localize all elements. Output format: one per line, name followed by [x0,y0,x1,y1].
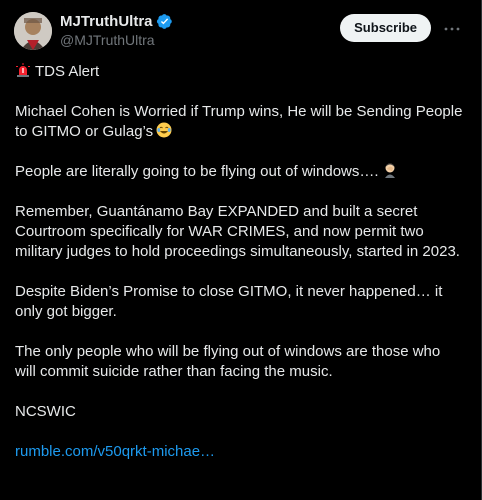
paragraph-cohen: Michael Cohen is Worried if Trump wins, … [15,102,465,142]
paragraph-biden: Despite Biden’s Promise to close GITMO, … [15,283,443,320]
alert-title: TDS Alert [35,63,100,80]
avatar-image [14,12,52,50]
subscribe-button[interactable]: Subscribe [340,14,431,42]
verified-badge-icon [156,14,172,29]
link-line: rumble.com/v50qrkt-michae… [15,442,465,462]
siren-icon [16,63,30,77]
facepalm-emoji-icon [384,163,395,178]
paragraph-guantanamo: Remember, Guantánamo Bay EXPANDED and bu… [15,203,460,260]
display-name-row: MJTruthUltra [60,13,173,30]
rumble-link[interactable]: rumble.com/v50qrkt-michae… [15,443,215,460]
paragraph-flying: The only people who will be flying out o… [15,343,441,380]
tweet-card: MJTruthUltra @MJTruthUltra Subscribe TDS… [0,0,482,500]
paragraph-ncswic: NCSWIC [15,403,76,420]
avatar[interactable] [14,12,52,50]
tweet-header: MJTruthUltra @MJTruthUltra Subscribe [14,10,471,50]
paragraph-cohen-text: Michael Cohen is Worried if Trump wins, … [15,103,463,140]
paragraph-windows: People are literally going to be flying … [15,162,465,182]
ellipsis-glyph [444,27,460,31]
alert-line: TDS Alert [15,62,465,82]
tweet-text: TDS Alert Michael Cohen is Worried if Tr… [15,62,465,482]
ellipsis-icon[interactable] [443,20,460,36]
laughing-emoji-icon [156,122,172,138]
paragraph-windows-text: People are literally going to be flying … [15,163,379,180]
display-name[interactable]: MJTruthUltra [60,13,153,30]
author-names: MJTruthUltra @MJTruthUltra [60,13,173,48]
handle[interactable]: @MJTruthUltra [60,32,173,48]
